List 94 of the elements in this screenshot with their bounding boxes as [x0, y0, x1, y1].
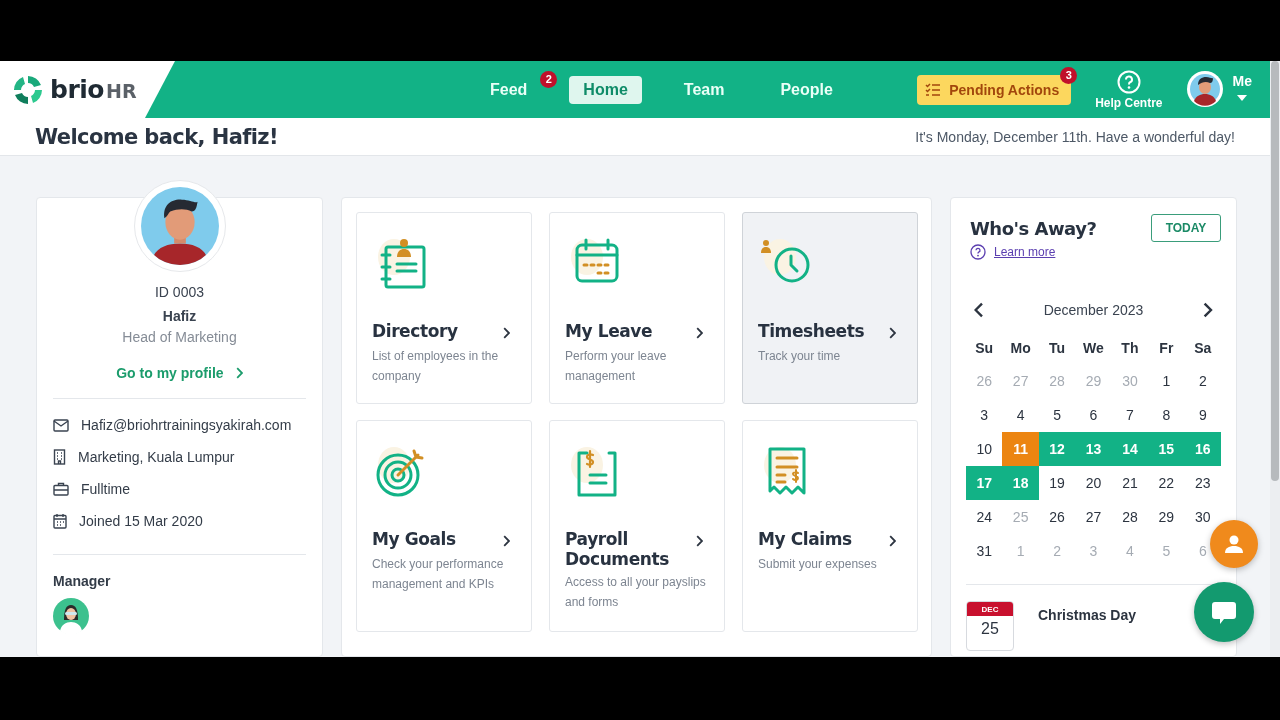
- previous-month-button[interactable]: [974, 302, 984, 318]
- greeting-text: It's Monday, December 11th. Have a wonderful day!: [915, 128, 1235, 145]
- chevron-right-icon: [235, 367, 243, 379]
- card-title: Payroll Documents: [565, 529, 670, 569]
- detail-text: Fulltime: [81, 481, 130, 497]
- manager-avatar: [53, 598, 89, 634]
- checklist-icon: [925, 82, 942, 97]
- calendar-day[interactable]: 22: [1156, 466, 1177, 500]
- calendar-icon: [53, 513, 67, 529]
- calendar-day[interactable]: 1: [1160, 364, 1173, 398]
- person-icon: [1224, 534, 1244, 554]
- calendar-day[interactable]: 30: [1193, 500, 1213, 534]
- calendar-day[interactable]: 27: [1083, 500, 1104, 534]
- event-day: 25: [981, 620, 999, 638]
- job-title: Head of Marketing: [122, 329, 237, 345]
- calendar-day[interactable]: 23: [1193, 466, 1213, 500]
- weekday-label: Su: [974, 339, 995, 358]
- card-title: My Claims: [758, 529, 852, 549]
- detail-text: Joined 15 Mar 2020: [79, 513, 203, 529]
- chevron-right-icon: [695, 535, 703, 547]
- welcome-title: Welcome back, Hafiz!: [35, 124, 278, 149]
- manager-label: Manager: [53, 573, 112, 589]
- building-icon: [53, 449, 66, 465]
- calendar-day[interactable]: 20: [1083, 466, 1104, 500]
- weekday-label: Sa: [1193, 339, 1213, 358]
- profile-link[interactable]: Go to my profile: [116, 365, 243, 381]
- caret-icon: [1237, 94, 1248, 101]
- calendar-day[interactable]: 29: [1156, 500, 1177, 534]
- chevron-right-icon: [888, 327, 896, 339]
- calendar-day[interactable]: 10: [974, 432, 994, 466]
- card-title: My Goals: [372, 529, 456, 549]
- shortcut-card[interactable]: Timesheets Track your time: [742, 212, 918, 404]
- calendar-day[interactable]: 21: [1120, 466, 1140, 500]
- mail-icon: [53, 418, 69, 432]
- month-label: December 2023: [1043, 302, 1144, 318]
- detail-text: Hafiz@briohrtrainingsyakirah.com: [81, 417, 292, 433]
- employee-id: ID 0003: [154, 284, 204, 300]
- count-badge: 2: [540, 70, 558, 88]
- calendar-day[interactable]: 3: [978, 398, 991, 432]
- event-name: Christmas Day: [1038, 607, 1137, 623]
- learn-more-link[interactable]: Learn more: [994, 245, 1056, 259]
- shortcut-card[interactable]: Payroll Documents Access to all your payslips and forms: [549, 420, 725, 632]
- calendar-day[interactable]: 26: [1047, 500, 1067, 534]
- chevron-right-icon: [695, 327, 703, 339]
- calendar-day[interactable]: 2: [1196, 364, 1209, 398]
- calendar-day[interactable]: 6: [1087, 398, 1100, 432]
- card-description: List of employees in the company: [372, 348, 500, 385]
- avatar: [1186, 70, 1223, 107]
- calendar-day[interactable]: 28: [1120, 500, 1140, 534]
- calendar-day[interactable]: 4: [1014, 398, 1027, 432]
- shortcut-card[interactable]: My Claims Submit your expenses: [742, 420, 918, 632]
- calendar-day[interactable]: 7: [1124, 398, 1136, 432]
- card-title: Timesheets: [758, 321, 865, 341]
- chevron-right-icon: [1203, 302, 1213, 318]
- today-button[interactable]: TODAY: [1151, 214, 1221, 242]
- next-month-button[interactable]: [1203, 302, 1213, 318]
- calendar-day[interactable]: 19: [1047, 466, 1067, 500]
- calendar-day[interactable]: 24: [974, 500, 994, 534]
- detail-text: Marketing, Kuala Lumpur: [78, 449, 235, 465]
- card-description: Perform your leave management: [565, 348, 668, 385]
- logo-icon: [12, 73, 44, 106]
- weekday-label: We: [1082, 339, 1105, 358]
- scrollbar-thumb[interactable]: [1271, 61, 1279, 481]
- calendar-day[interactable]: 8: [1160, 398, 1173, 432]
- employee-name: Hafiz: [162, 308, 197, 324]
- chevron-right-icon: [502, 327, 510, 339]
- weekday-label: Tu: [1048, 339, 1067, 358]
- calendar-day[interactable]: 31: [974, 534, 994, 568]
- shortcut-card[interactable]: My Goals Check your performance management and KPIs: [356, 420, 532, 632]
- nav-tab[interactable]: Home: [569, 75, 642, 104]
- shortcut-card[interactable]: My Leave Perform your leave management: [549, 212, 725, 404]
- weekday-label: Mo: [1009, 339, 1032, 358]
- briefcase-icon: [53, 482, 69, 496]
- weekday-label: Th: [1120, 339, 1140, 358]
- card-description: Submit your expenses: [758, 556, 878, 573]
- help-icon: [1116, 69, 1141, 94]
- calendar-day[interactable]: 9: [1196, 398, 1209, 432]
- weekday-label: Fr: [1158, 339, 1175, 358]
- event-month: DEC: [967, 602, 1013, 616]
- chevron-right-icon: [888, 535, 896, 547]
- card-title: My Leave: [565, 321, 653, 341]
- help-icon: [970, 244, 986, 260]
- card-title: Directory: [372, 321, 458, 341]
- chevron-right-icon: [502, 535, 510, 547]
- count-badge: 3: [1060, 66, 1078, 84]
- card-description: Check your performance management and KPIs: [372, 556, 505, 593]
- card-description: Track your time: [758, 348, 842, 365]
- calendar-day[interactable]: 5: [1051, 398, 1063, 432]
- logo-text: brioHR: [50, 75, 137, 104]
- shortcut-card[interactable]: Directory List of employees in the company: [356, 212, 532, 404]
- card-description: Access to all your payslips and forms: [565, 574, 707, 611]
- card-title: Who's Away?: [970, 218, 1097, 239]
- contact-button[interactable]: [1210, 520, 1258, 568]
- chevron-left-icon: [974, 302, 984, 318]
